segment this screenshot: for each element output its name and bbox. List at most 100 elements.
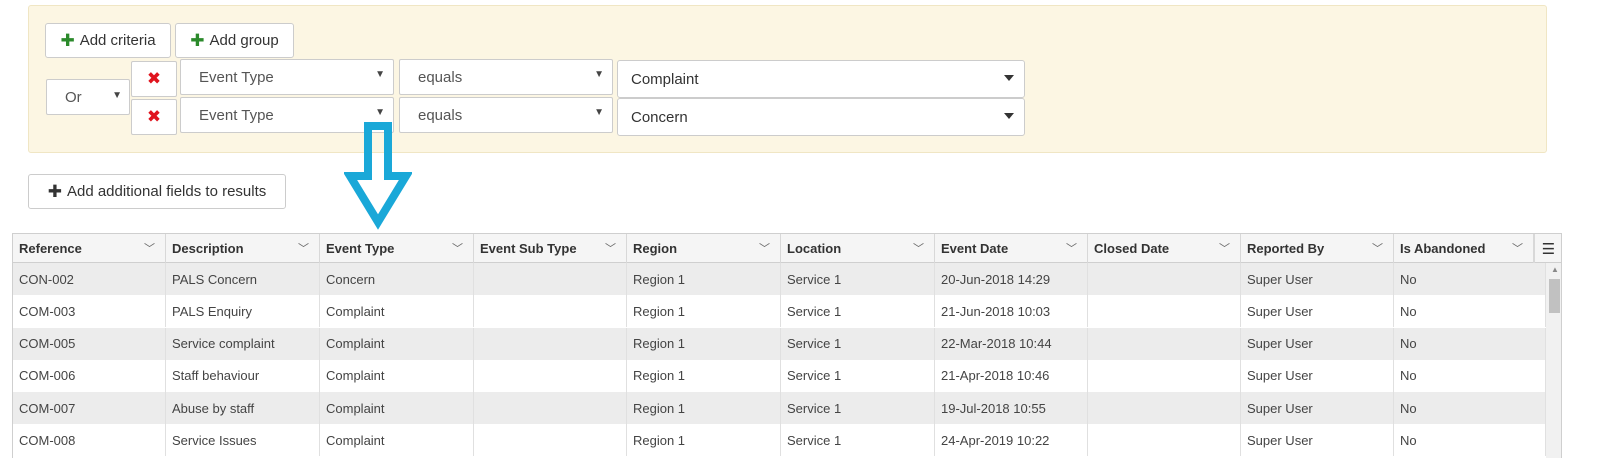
cell-reference: COM-005 bbox=[13, 327, 166, 360]
value-select[interactable]: Concern bbox=[617, 98, 1025, 136]
column-header-closed-date[interactable]: Closed Date ﹀ bbox=[1088, 234, 1241, 263]
chevron-down-icon[interactable]: ﹀ bbox=[605, 240, 616, 256]
cell-location: Service 1 bbox=[781, 424, 935, 457]
close-icon: ✖ bbox=[146, 107, 162, 126]
cell-reference: CON-002 bbox=[13, 263, 166, 295]
field-select[interactable]: Event Type ▼ bbox=[180, 59, 394, 95]
cell-region: Region 1 bbox=[627, 424, 781, 457]
cell-reported-by: Super User bbox=[1241, 263, 1394, 295]
cell-event-sub-type bbox=[474, 263, 627, 295]
annotation-arrow-icon bbox=[344, 122, 412, 230]
cell-event-sub-type bbox=[474, 392, 627, 425]
chevron-down-icon[interactable]: ﹀ bbox=[759, 240, 770, 256]
cell-is-abandoned: No bbox=[1394, 327, 1546, 360]
table-row[interactable]: COM-006 Staff behaviour Complaint Region 1S… bbox=[13, 359, 1546, 393]
cell-event-type: Complaint bbox=[320, 359, 474, 392]
cell-location: Service 1 bbox=[781, 295, 935, 328]
column-header-event-sub-type[interactable]: Event Sub Type ﹀ bbox=[474, 234, 627, 263]
column-header-label: Event Date bbox=[941, 241, 1009, 256]
chevron-down-icon[interactable]: ﹀ bbox=[1066, 240, 1077, 256]
column-header-location[interactable]: Location ﹀ bbox=[781, 234, 935, 263]
caret-down-icon: ▼ bbox=[375, 107, 385, 118]
chevron-down-icon[interactable]: ﹀ bbox=[1372, 240, 1383, 256]
cell-event-type: Concern bbox=[320, 263, 474, 295]
value-select[interactable]: Complaint bbox=[617, 60, 1025, 98]
column-header-label: Event Sub Type bbox=[480, 241, 577, 256]
close-icon: ✖ bbox=[146, 69, 162, 88]
grid-body: CON-002 PALS Concern Concern Region 1 Servic… bbox=[13, 263, 1546, 457]
cell-location: Service 1 bbox=[781, 392, 935, 425]
grid-header: Reference ﹀ Description ﹀ Event Type ﹀ Even… bbox=[13, 234, 1561, 263]
plus-icon: ✚ bbox=[47, 182, 62, 201]
results-grid: Reference ﹀ Description ﹀ Event Type ﹀ Even… bbox=[12, 233, 1562, 458]
chevron-down-icon[interactable]: ﹀ bbox=[913, 240, 924, 256]
column-header-label: Reference bbox=[19, 241, 82, 256]
cell-description: PALS Enquiry bbox=[166, 295, 320, 328]
cell-event-date: 22-Mar-2018 10:44 bbox=[935, 327, 1088, 360]
cell-location: Service 1 bbox=[781, 327, 935, 360]
column-header-region[interactable]: Region ﹀ bbox=[627, 234, 781, 263]
column-header-event-type[interactable]: Event Type ﹀ bbox=[320, 234, 474, 263]
cell-reported-by: Super User bbox=[1241, 424, 1394, 457]
cell-event-type: Complaint bbox=[320, 295, 474, 328]
caret-down-icon bbox=[1004, 75, 1014, 81]
chevron-down-icon[interactable]: ﹀ bbox=[452, 240, 463, 256]
cell-closed-date bbox=[1088, 327, 1241, 360]
column-header-event-date[interactable]: Event Date ﹀ bbox=[935, 234, 1088, 263]
cell-event-date: 21-Apr-2018 10:46 bbox=[935, 359, 1088, 392]
remove-criteria-button[interactable]: ✖ bbox=[131, 61, 177, 97]
plus-icon: ✚ bbox=[190, 31, 205, 50]
value-select-value: Complaint bbox=[631, 70, 699, 88]
column-header-label: Region bbox=[633, 241, 678, 256]
table-row[interactable]: CON-002 PALS Concern Concern Region 1 Servic… bbox=[13, 263, 1546, 296]
operator-select[interactable]: equals ▼ bbox=[399, 97, 613, 133]
chevron-down-icon[interactable]: ﹀ bbox=[1512, 240, 1523, 256]
column-header-reported-by[interactable]: Reported By ﹀ bbox=[1241, 234, 1394, 263]
column-header-label: Reported By bbox=[1247, 241, 1325, 256]
remove-criteria-button[interactable]: ✖ bbox=[131, 99, 177, 135]
column-header-label: Description bbox=[172, 241, 244, 256]
table-row[interactable]: COM-008 Service Issues Complaint Region 1 Se… bbox=[13, 424, 1546, 457]
caret-down-icon: ▼ bbox=[112, 90, 122, 101]
column-header-is-abandoned[interactable]: Is Abandoned ﹀ bbox=[1394, 234, 1534, 263]
scrollbar-thumb[interactable] bbox=[1549, 279, 1560, 313]
caret-down-icon: ▼ bbox=[594, 107, 604, 118]
caret-down-icon: ▼ bbox=[594, 69, 604, 80]
cell-event-date: 19-Jul-2018 10:55 bbox=[935, 392, 1088, 425]
cell-reference: COM-007 bbox=[13, 392, 166, 425]
cell-is-abandoned: No bbox=[1394, 392, 1546, 425]
logic-operator-value: Or bbox=[65, 88, 82, 106]
cell-is-abandoned: No bbox=[1394, 295, 1546, 328]
table-row[interactable]: COM-003 PALS Enquiry Complaint Region 1 Serv… bbox=[13, 295, 1546, 328]
add-group-button[interactable]: ✚ Add group bbox=[175, 23, 294, 58]
cell-is-abandoned: No bbox=[1394, 424, 1546, 457]
scroll-up-icon[interactable]: ▲ bbox=[1551, 265, 1559, 274]
column-header-description[interactable]: Description ﹀ bbox=[166, 234, 320, 263]
logic-operator-select[interactable]: Or ▼ bbox=[46, 79, 130, 115]
operator-select-value: equals bbox=[418, 68, 463, 86]
column-header-label: Event Type bbox=[326, 241, 395, 256]
add-criteria-label: Add criteria bbox=[79, 32, 156, 49]
cell-reported-by: Super User bbox=[1241, 392, 1394, 425]
table-row[interactable]: COM-007 Abuse by staff Complaint Region 1 Se… bbox=[13, 392, 1546, 425]
chevron-down-icon[interactable]: ﹀ bbox=[144, 240, 155, 256]
table-row[interactable]: COM-005 Service complaint Complaint Region … bbox=[13, 327, 1546, 360]
vertical-scrollbar[interactable]: ▲ bbox=[1546, 263, 1561, 458]
add-additional-fields-label: Add additional fields to results bbox=[66, 183, 267, 200]
cell-region: Region 1 bbox=[627, 392, 781, 425]
cell-reference: COM-008 bbox=[13, 424, 166, 457]
operator-select[interactable]: equals ▼ bbox=[399, 59, 613, 95]
cell-description: PALS Concern bbox=[166, 263, 320, 295]
chevron-down-icon[interactable]: ﹀ bbox=[298, 240, 309, 256]
add-criteria-button[interactable]: ✚ Add criteria bbox=[45, 23, 171, 58]
chevron-down-icon[interactable]: ﹀ bbox=[1219, 240, 1230, 256]
value-select-value: Concern bbox=[631, 108, 688, 126]
cell-event-type: Complaint bbox=[320, 424, 474, 457]
column-menu-icon[interactable]: ☰ bbox=[1534, 234, 1561, 263]
cell-region: Region 1 bbox=[627, 359, 781, 392]
add-additional-fields-button[interactable]: ✚ Add additional fields to results bbox=[28, 174, 286, 209]
field-select-value: Event Type bbox=[199, 68, 274, 86]
column-header-reference[interactable]: Reference ﹀ bbox=[13, 234, 166, 263]
cell-region: Region 1 bbox=[627, 263, 781, 295]
column-header-label: Location bbox=[787, 241, 842, 256]
